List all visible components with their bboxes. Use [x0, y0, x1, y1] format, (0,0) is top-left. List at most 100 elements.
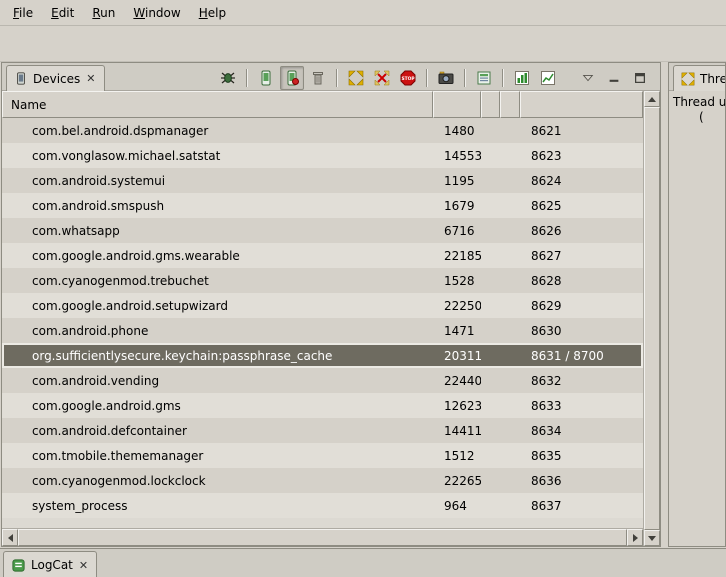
report-icon	[476, 70, 492, 86]
logcat-tab-label: LogCat	[31, 558, 73, 572]
threads-message: Thread up (	[673, 95, 726, 125]
main-area: Devices ✕	[0, 62, 726, 547]
process-name: com.tmobile.thememanager	[2, 449, 433, 463]
device-green-icon	[258, 70, 274, 86]
debug-port: 8631 / 8700	[520, 349, 643, 363]
table-row[interactable]: com.android.systemui 1195 8624	[2, 168, 643, 193]
process-pid: 1679	[433, 199, 481, 213]
sysinfo-bars-button[interactable]	[510, 66, 534, 90]
horizontal-scrollbar[interactable]	[2, 528, 643, 546]
minimize-button[interactable]	[602, 66, 626, 90]
table-row[interactable]: com.android.phone 1471 8630	[2, 318, 643, 343]
process-pid: 1528	[433, 274, 481, 288]
debug-port: 8634	[520, 424, 643, 438]
update-heap-off-button[interactable]	[254, 66, 278, 90]
debug-port: 8630	[520, 324, 643, 338]
menu-help[interactable]: Help	[190, 1, 235, 25]
table-row[interactable]: com.google.android.gms.wearable 22185 86…	[2, 243, 643, 268]
sysinfo-line-button[interactable]	[536, 66, 560, 90]
debug-port: 8621	[520, 124, 643, 138]
column-header-blank2[interactable]	[500, 91, 520, 118]
column-header-port[interactable]	[520, 91, 643, 118]
logcat-icon	[11, 558, 26, 573]
menu-run[interactable]: Run	[83, 1, 124, 25]
scroll-down-button[interactable]	[644, 530, 660, 546]
debug-port: 8623	[520, 149, 643, 163]
capture-report-button[interactable]	[472, 66, 496, 90]
table-row[interactable]: com.whatsapp 6716 8626	[2, 218, 643, 243]
table-row[interactable]: com.cyanogenmod.trebuchet 1528 8628	[2, 268, 643, 293]
scroll-up-button[interactable]	[644, 91, 660, 107]
table-row[interactable]: com.google.android.setupwizard 22250 862…	[2, 293, 643, 318]
arrow-up-icon	[648, 97, 656, 102]
debug-port: 8624	[520, 174, 643, 188]
table-row[interactable]: org.sufficientlysecure.keychain:passphra…	[2, 343, 643, 368]
menu-window[interactable]: Window	[124, 1, 189, 25]
vertical-scrollbar[interactable]	[643, 91, 660, 546]
process-name: com.cyanogenmod.lockclock	[2, 474, 433, 488]
column-header-name[interactable]: Name	[2, 91, 433, 118]
threads-message-line2: (	[673, 110, 726, 125]
stop-process-button[interactable]: STOP	[396, 66, 420, 90]
column-header-blank1[interactable]	[481, 91, 500, 118]
tab-logcat[interactable]: LogCat ✕	[3, 551, 97, 577]
toolbar-separator	[336, 69, 338, 87]
menu-file[interactable]: File	[4, 1, 42, 25]
update-heap-button[interactable]	[280, 66, 304, 90]
bug-icon	[220, 70, 236, 86]
maximize-button[interactable]	[628, 66, 652, 90]
table-row[interactable]: com.tmobile.thememanager 1512 8635	[2, 443, 643, 468]
process-pid: 12623	[433, 399, 481, 413]
vertical-scroll-thumb[interactable]	[644, 107, 660, 530]
tab-devices[interactable]: Devices ✕	[6, 65, 105, 91]
scroll-left-button[interactable]	[2, 529, 18, 546]
scroll-right-button[interactable]	[627, 529, 643, 546]
table-empty-space	[2, 518, 643, 528]
column-header-pid[interactable]	[433, 91, 481, 118]
update-threads-button[interactable]	[344, 66, 368, 90]
process-name: system_process	[2, 499, 433, 513]
menu-edit[interactable]: Edit	[42, 1, 83, 25]
cause-gc-button[interactable]	[306, 66, 330, 90]
table-row[interactable]: com.bel.android.dspmanager 1480 8621	[2, 118, 643, 143]
horizontal-scroll-thumb[interactable]	[18, 529, 627, 546]
ddms-window: File Edit Run Window Help Devices ✕	[0, 0, 726, 577]
process-name: com.android.smspush	[2, 199, 433, 213]
table-row[interactable]: com.cyanogenmod.lockclock 22265 8636	[2, 468, 643, 493]
process-name: com.whatsapp	[2, 224, 433, 238]
debug-port: 8632	[520, 374, 643, 388]
threads-tab-label: Threads	[700, 72, 726, 86]
process-name: com.google.android.gms	[2, 399, 433, 413]
chevron-down-icon	[581, 71, 595, 85]
table-row[interactable]: com.google.android.gms 12623 8633	[2, 393, 643, 418]
debug-port: 8629	[520, 299, 643, 313]
table-row[interactable]: com.android.smspush 1679 8625	[2, 193, 643, 218]
table-row[interactable]: com.android.defcontainer 14411 8634	[2, 418, 643, 443]
devices-tabbar: Devices ✕	[2, 63, 660, 91]
debug-port: 8633	[520, 399, 643, 413]
process-pid: 964	[433, 499, 481, 513]
stop-sign-icon: STOP	[400, 70, 416, 86]
process-name: com.bel.android.dspmanager	[2, 124, 433, 138]
close-icon[interactable]: ✕	[85, 72, 96, 85]
stop-method-profiling-button[interactable]	[370, 66, 394, 90]
threads-tab-icon	[681, 72, 695, 86]
table-row[interactable]: com.vonglasow.michael.satstat 14553 8623	[2, 143, 643, 168]
view-menu-button[interactable]	[576, 66, 600, 90]
debug-attach-button[interactable]	[216, 66, 240, 90]
device-table-header: Name	[2, 91, 643, 118]
close-icon[interactable]: ✕	[78, 559, 89, 572]
arrow-left-icon	[8, 534, 13, 542]
debug-port: 8628	[520, 274, 643, 288]
devices-panel: Devices ✕	[1, 62, 661, 547]
debug-port: 8626	[520, 224, 643, 238]
process-name: com.google.android.setupwizard	[2, 299, 433, 313]
screen-capture-button[interactable]	[434, 66, 458, 90]
table-row[interactable]: com.android.vending 22440 8632	[2, 368, 643, 393]
maximize-icon	[633, 71, 647, 85]
debug-port: 8635	[520, 449, 643, 463]
process-pid: 1195	[433, 174, 481, 188]
process-pid: 1480	[433, 124, 481, 138]
table-row[interactable]: system_process 964 8637	[2, 493, 643, 518]
tab-threads[interactable]: Threads	[673, 65, 726, 91]
